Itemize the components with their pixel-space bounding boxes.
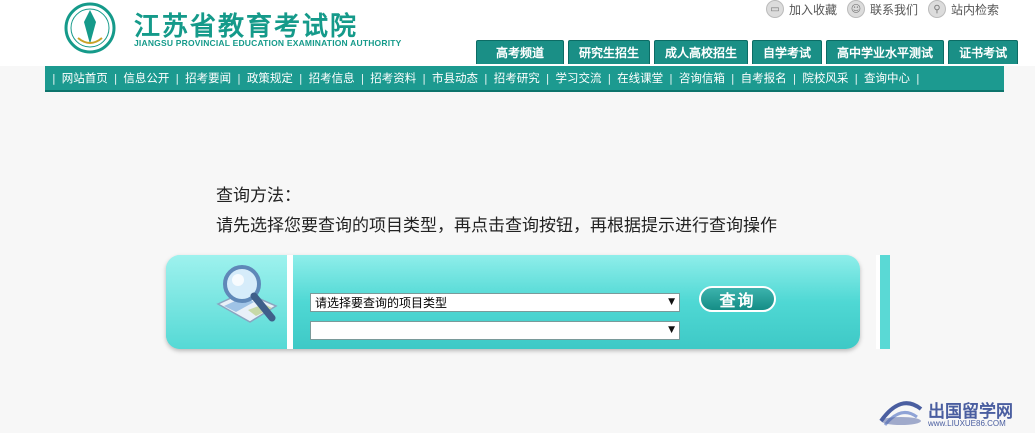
site-emblem-logo (64, 2, 116, 54)
watermark-logo (879, 401, 923, 426)
bookmark-icon: ▭ (765, 0, 784, 18)
main-nav: | 网站首页 | 信息公开 | 招考要闻 | 政策规定 | 招考信息 | 招考资料 | 市县… (45, 66, 1004, 92)
contact-icon: ☺ (846, 0, 865, 18)
nav-item-self-exam-signup[interactable]: 自考报名 (735, 70, 793, 86)
nav-item-colleges[interactable]: 院校风采 (796, 70, 854, 86)
project-type-select[interactable]: 请选择要查询的项目类型 ▼ (310, 293, 680, 312)
nav-item-info[interactable]: 信息公开 (117, 70, 175, 86)
site-header: 江苏省教育考试院 JIANGSU PROVINCIAL EDUCATION EX… (0, 0, 1035, 66)
nav-item-online-class[interactable]: 在线课堂 (611, 70, 669, 86)
search-icon: ⚲ (927, 0, 946, 18)
contact-us-link[interactable]: ☺ 联系我们 (846, 0, 918, 18)
tab-gaokao[interactable]: 高考频道 (476, 40, 564, 64)
nav-item-mailbox[interactable]: 咨询信箱 (673, 70, 731, 86)
project-type-selected: 请选择要查询的项目类型 (315, 296, 448, 310)
nav-item-materials[interactable]: 招考资料 (364, 70, 422, 86)
site-search-link[interactable]: ⚲ 站内检索 (927, 0, 999, 18)
add-bookmark-link[interactable]: ▭ 加入收藏 (765, 0, 837, 18)
tab-academic-test[interactable]: 高中学业水平测试 (826, 40, 945, 64)
tab-adult-college[interactable]: 成人高校招生 (654, 40, 749, 64)
chevron-down-icon: ▼ (668, 297, 675, 307)
nav-item-local-news[interactable]: 市县动态 (426, 70, 484, 86)
channel-tabs: 高考频道 研究生招生 成人高校招生 自学考试 高中学业水平测试 证书考试 (476, 40, 1019, 64)
instruction-text: 请先选择您要查询的项目类型，再点击查询按钮，再根据提示进行查询操作 (216, 216, 777, 236)
top-links: ▭ 加入收藏 ☺ 联系我们 ⚲ 站内检索 (765, 0, 999, 18)
nav-item-policy[interactable]: 政策规定 (241, 70, 299, 86)
watermark-url: www.LIUXUE86.COM (928, 419, 1006, 428)
chevron-down-icon: ▼ (668, 325, 675, 335)
nav-item-home[interactable]: 网站首页 (56, 70, 114, 86)
panel-divider (287, 255, 293, 349)
nav-item-exam-info[interactable]: 招考信息 (303, 70, 361, 86)
site-search-label: 站内检索 (950, 2, 999, 17)
tab-graduate[interactable]: 研究生招生 (568, 40, 651, 64)
tab-self-study[interactable]: 自学考试 (752, 40, 823, 64)
sub-item-select[interactable]: ▼ (310, 321, 680, 340)
instruction-title: 查询方法： (216, 186, 301, 206)
query-button[interactable]: 查询 (699, 286, 776, 312)
nav-item-news[interactable]: 招考要闻 (179, 70, 237, 86)
panel-edge (876, 255, 890, 349)
site-subtitle: JIANGSU PROVINCIAL EDUCATION EXAMINATION… (134, 38, 402, 48)
nav-item-research[interactable]: 招考研究 (488, 70, 546, 86)
add-bookmark-label: 加入收藏 (788, 2, 837, 17)
nav-item-query-center[interactable]: 查询中心 (858, 70, 916, 86)
tab-certificate[interactable]: 证书考试 (948, 40, 1019, 64)
nav-item-exchange[interactable]: 学习交流 (549, 70, 607, 86)
contact-us-label: 联系我们 (869, 2, 918, 17)
magnifier-map-icon (216, 265, 278, 323)
